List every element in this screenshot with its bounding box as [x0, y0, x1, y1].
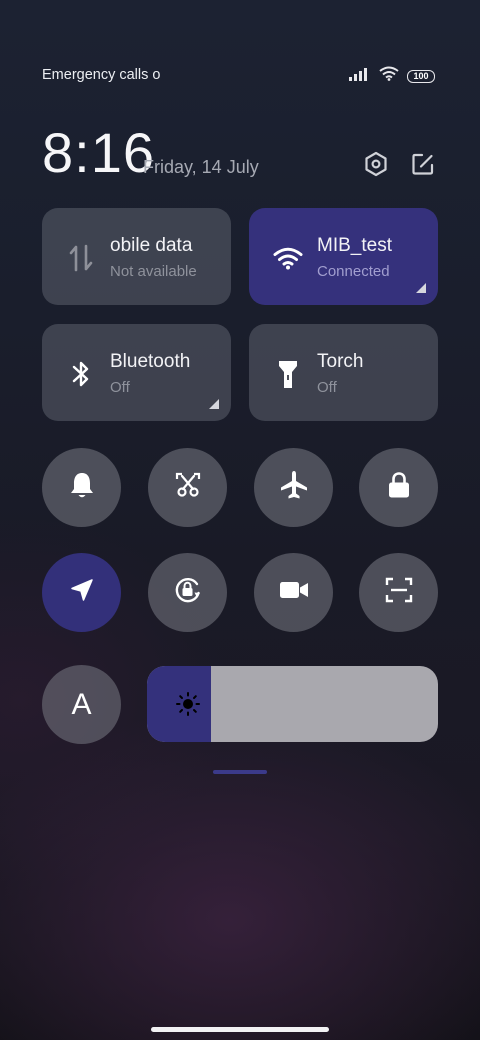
sun-icon — [175, 691, 201, 717]
scan-icon — [384, 575, 414, 610]
tile-wifi[interactable]: MIB_test Connected — [249, 208, 438, 305]
brightness-slider[interactable] — [147, 666, 438, 742]
video-camera-icon — [278, 578, 310, 607]
tile-torch-status: Off — [317, 379, 337, 396]
clock-time: 8:16 — [42, 121, 155, 184]
toggle-screen-recorder-button[interactable] — [254, 553, 333, 632]
tile-mobile-data-label: obile data — [110, 235, 193, 256]
expand-corner-icon[interactable] — [209, 399, 219, 409]
torch-icon — [273, 359, 303, 389]
mobile-data-arrows-icon — [66, 243, 96, 273]
tile-wifi-status: Connected — [317, 263, 390, 280]
date-label: Friday, 14 July — [143, 157, 259, 177]
bell-icon — [68, 470, 96, 505]
tile-bluetooth-label: Bluetooth — [110, 351, 191, 372]
tile-torch-label: Torch — [317, 351, 364, 372]
tile-mobile-data-status: Not available — [110, 263, 197, 280]
scissors-screenshot-icon — [173, 470, 203, 505]
status-carrier-text: Emergency calls o — [42, 67, 161, 83]
tile-wifi-label: MIB_test — [317, 235, 392, 256]
lock-icon — [386, 470, 412, 505]
toggle-ring-button[interactable] — [42, 448, 121, 527]
tile-bluetooth[interactable]: Bluetooth Off — [42, 324, 231, 421]
toggle-rotation-lock-button[interactable] — [148, 553, 227, 632]
expand-corner-icon[interactable] — [416, 283, 426, 293]
toggle-airplane-button[interactable] — [254, 448, 333, 527]
tile-mobile-data[interactable]: obile data Not available — [42, 208, 231, 305]
toggle-screenshot-button[interactable] — [148, 448, 227, 527]
settings-hexagon-icon[interactable] — [362, 150, 390, 178]
home-gesture-bar[interactable] — [151, 1027, 329, 1032]
tile-torch[interactable]: Torch Off — [249, 324, 438, 421]
rotation-lock-icon — [171, 573, 205, 612]
tile-bluetooth-status: Off — [110, 379, 130, 396]
bluetooth-icon — [66, 359, 96, 389]
status-icons: 100 — [349, 66, 435, 86]
font-a-icon: A — [71, 687, 92, 721]
wifi-icon — [379, 66, 399, 86]
page-indicator — [213, 770, 267, 774]
signal-icon — [349, 67, 371, 86]
toggle-scanner-button[interactable] — [359, 553, 438, 632]
battery-icon: 100 — [407, 69, 435, 83]
edit-icon[interactable] — [409, 150, 437, 178]
toggle-lock-button[interactable] — [359, 448, 438, 527]
location-arrow-icon — [68, 576, 96, 609]
toggle-font-button[interactable]: A — [42, 665, 121, 744]
airplane-icon — [278, 469, 310, 506]
toggle-location-button[interactable] — [42, 553, 121, 632]
wifi-icon — [273, 243, 303, 273]
